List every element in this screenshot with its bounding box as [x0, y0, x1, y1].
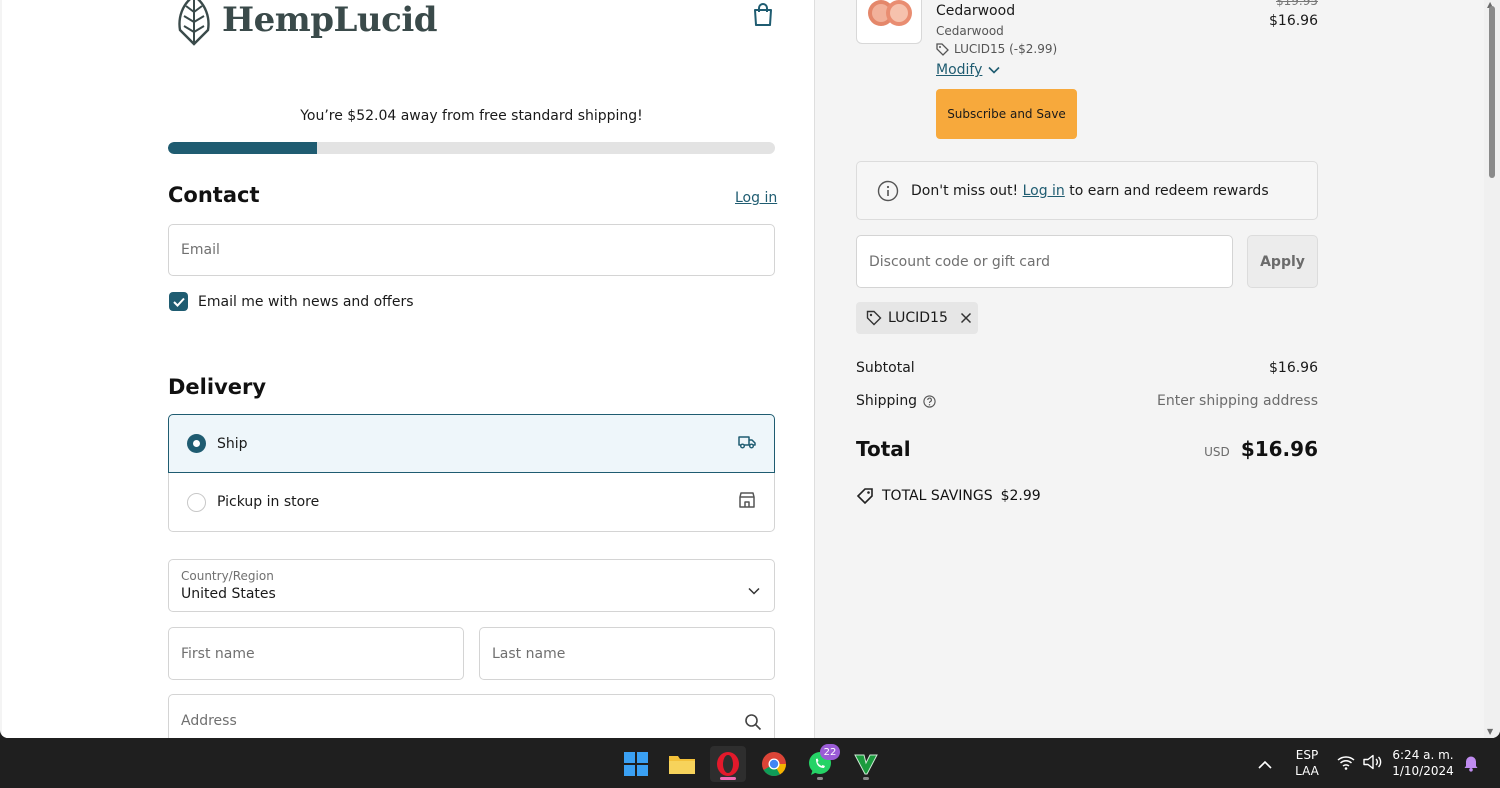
wifi-icon[interactable] [1337, 754, 1355, 774]
email-placeholder: Email [181, 242, 220, 258]
first-name-placeholder: First name [181, 645, 255, 662]
clock[interactable]: 6:24 a. m. 1/10/2024 [1390, 747, 1456, 779]
active-indicator [720, 777, 736, 780]
rewards-prefix: Don't miss out! [911, 182, 1019, 199]
tag-icon [866, 310, 882, 326]
currency-code: USD [1204, 445, 1230, 459]
discount-code-input[interactable]: Discount code or gift card [856, 235, 1233, 288]
shipping-label: Shipping [856, 393, 918, 409]
rewards-suffix: to earn and redeem rewards [1069, 182, 1269, 199]
subtotal-label: Subtotal [856, 360, 915, 376]
clock-time: 6:24 a. m. [1392, 748, 1454, 762]
scroll-down-icon[interactable]: ▼ [1487, 727, 1493, 736]
progress-fill [168, 142, 317, 154]
news-checkbox[interactable] [169, 292, 188, 311]
brand-logo[interactable]: HempLucid [176, 0, 438, 50]
chevron-down-icon [988, 66, 1000, 74]
chrome-browser-icon[interactable] [756, 746, 792, 782]
brand-name: HempLucid [222, 0, 438, 40]
running-indicator [863, 777, 869, 780]
hemp-leaf-logo-icon [178, 0, 210, 46]
browser-window: HempLucid You’re $52.04 away from free s… [0, 0, 1500, 738]
rewards-login-link[interactable]: Log in [1023, 183, 1065, 199]
email-field[interactable]: Email [168, 224, 775, 276]
cart-bag-icon[interactable] [752, 3, 774, 31]
notification-bell-icon[interactable] [1463, 754, 1479, 776]
running-indicator [817, 777, 823, 780]
total-value: $16.96 [1240, 437, 1318, 461]
country-select[interactable]: Country/Region United States [168, 559, 775, 612]
whatsapp-icon[interactable]: 22 [802, 744, 840, 782]
product-discount: LUCID15 (-$2.99) [936, 42, 1057, 56]
pickup-label: Pickup in store [217, 494, 320, 510]
product-variant: Cedarwood [936, 24, 1004, 38]
truck-icon [738, 434, 756, 453]
vim-icon[interactable] [848, 746, 884, 782]
info-icon [877, 180, 899, 206]
whatsapp-badge: 22 [820, 744, 840, 760]
total-savings: TOTAL SAVINGS $2.99 [856, 487, 1041, 505]
product-discount-text: LUCID15 (-$2.99) [954, 42, 1058, 56]
total-savings-value: $2.99 [1000, 488, 1041, 504]
page-scrollbar[interactable]: ▲ ▼ [1484, 0, 1500, 738]
applied-discount-tag: LUCID15 [856, 302, 978, 334]
apply-button[interactable]: Apply [1247, 235, 1318, 288]
last-name-field[interactable]: Last name [479, 627, 775, 680]
chevron-up-icon[interactable] [1258, 755, 1272, 774]
free-shipping-progress [168, 142, 775, 154]
search-icon [744, 713, 762, 735]
first-name-field[interactable]: First name [168, 627, 464, 680]
file-explorer-icon[interactable] [664, 746, 700, 782]
subscribe-and-save-button[interactable]: Subscribe and Save [936, 89, 1077, 139]
ship-label: Ship [217, 435, 248, 452]
subtotal-value: $16.96 [1269, 360, 1318, 376]
delivery-option-pickup[interactable]: Pickup in store [168, 473, 775, 532]
delivery-option-ship[interactable]: Ship [168, 414, 775, 473]
volume-icon[interactable] [1363, 754, 1383, 774]
checkmark-icon [172, 297, 185, 307]
clock-date: 1/10/2024 [1392, 764, 1454, 778]
pickup-radio[interactable] [187, 492, 206, 512]
delivery-heading: Delivery [168, 375, 267, 399]
chevron-down-icon [748, 580, 760, 599]
keyboard-layout: LAA [1295, 764, 1319, 778]
discount-placeholder: Discount code or gift card [869, 253, 1050, 270]
news-checkbox-label: Email me with news and offers [198, 294, 414, 310]
address-field[interactable]: Address [168, 694, 775, 738]
windows-taskbar: 22 ESP LAA 6:24 a. m. 1/10/2024 [0, 738, 1500, 788]
login-link[interactable]: Log in [735, 190, 777, 206]
windows-start-icon[interactable] [618, 746, 654, 782]
language-code: ESP [1295, 748, 1319, 762]
free-shipping-message: You’re $52.04 away from free standard sh… [300, 108, 643, 124]
order-summary-panel [816, 0, 1484, 738]
price-original: $19.95 [1276, 0, 1318, 8]
modify-link[interactable]: Modify [936, 62, 982, 78]
country-value: United States [181, 586, 276, 602]
price-final: $16.96 [1269, 13, 1318, 29]
last-name-placeholder: Last name [492, 645, 566, 662]
help-icon[interactable] [923, 394, 936, 408]
modify-toggle[interactable]: Modify [936, 62, 1000, 78]
store-icon [738, 491, 756, 513]
total-label: Total [856, 437, 911, 461]
product-thumbnail [856, 0, 922, 44]
tag-icon [936, 42, 949, 56]
rewards-text: Don't miss out! Log in to earn and redee… [911, 183, 1269, 199]
remove-discount-close-icon[interactable] [960, 312, 972, 324]
ship-radio[interactable] [187, 434, 206, 453]
country-label: Country/Region [181, 569, 274, 583]
total-group: USD $16.96 [1150, 437, 1318, 461]
total-savings-label: TOTAL SAVINGS [882, 488, 993, 504]
scrollbar-thumb[interactable] [1489, 6, 1495, 178]
address-placeholder: Address [181, 712, 237, 729]
opera-browser-icon[interactable] [710, 746, 746, 782]
shipping-label-group: Shipping [856, 393, 936, 409]
contact-heading: Contact [168, 183, 260, 207]
rewards-notice: Don't miss out! Log in to earn and redee… [856, 161, 1318, 220]
input-language[interactable]: ESP LAA [1290, 747, 1324, 779]
applied-code: LUCID15 [888, 310, 948, 326]
shipping-value: Enter shipping address [1157, 393, 1318, 409]
tag-icon [856, 488, 873, 505]
product-name: Cedarwood [936, 3, 1016, 19]
